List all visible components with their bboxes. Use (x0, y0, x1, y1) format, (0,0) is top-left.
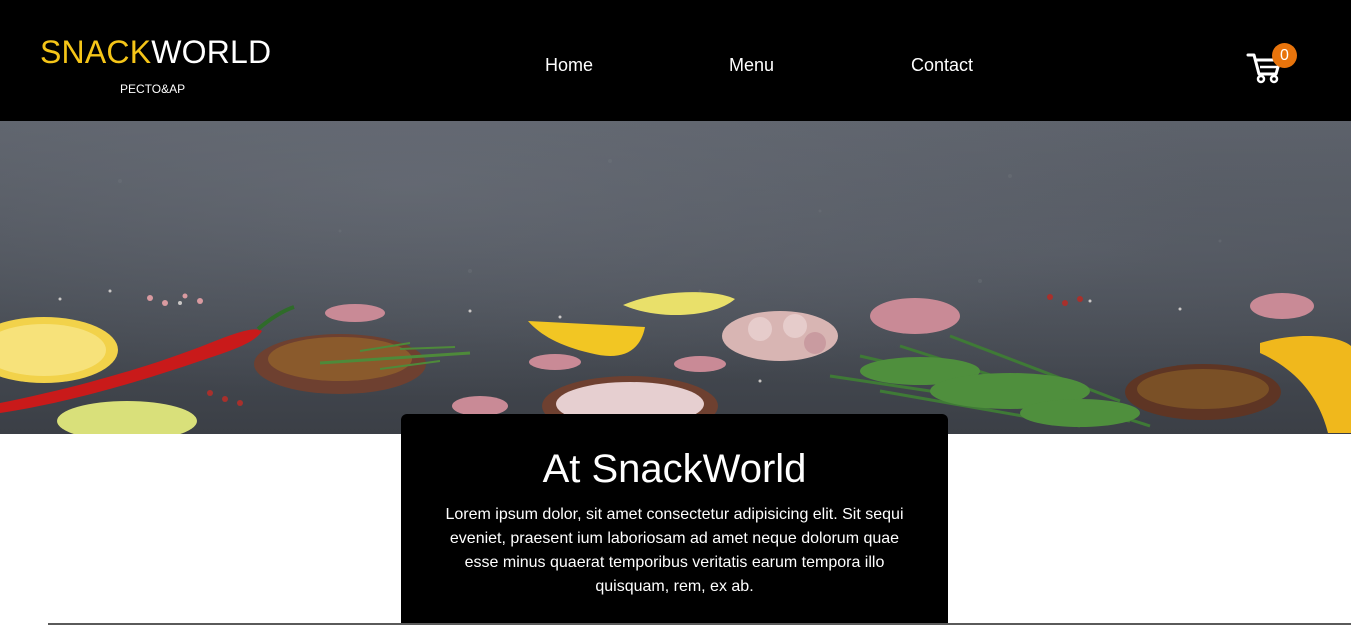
about-description: Lorem ipsum dolor, sit amet consectetur … (445, 506, 904, 595)
brand-logo[interactable]: SNACKWORLD (40, 34, 271, 70)
about-card: At SnackWorld Lorem ipsum dolor, sit ame… (401, 414, 948, 625)
brand-tagline: PECTO&AP (120, 82, 186, 96)
hero-banner-image (0, 121, 1351, 434)
brand-name-part-a: SNACK (40, 34, 152, 70)
cart-count-badge: 0 (1272, 43, 1297, 68)
about-title: At SnackWorld (542, 447, 807, 491)
nav-link-home[interactable]: Home (545, 55, 593, 75)
nav-link-menu[interactable]: Menu (729, 55, 774, 75)
nav-link-contact[interactable]: Contact (911, 55, 973, 75)
brand-name-part-b: WORLD (151, 34, 272, 70)
site-header: SNACKWORLD PECTO&AP Home Menu Contact 0 (0, 0, 1351, 121)
